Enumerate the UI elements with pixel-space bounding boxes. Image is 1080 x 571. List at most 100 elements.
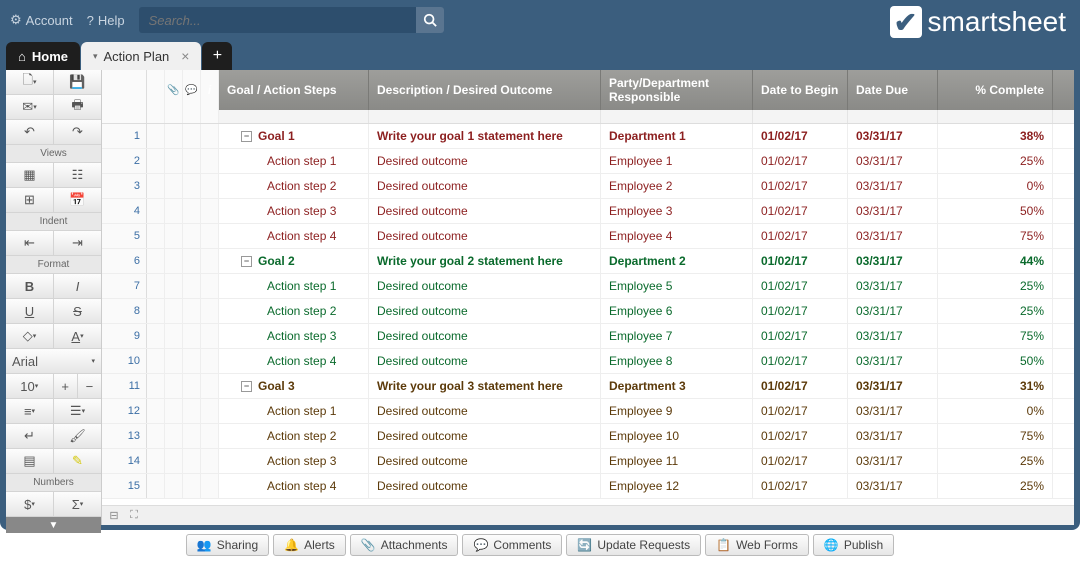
cell-begin[interactable]: 01/02/17 bbox=[753, 424, 848, 448]
cell-goal[interactable]: Action step 3 bbox=[219, 199, 369, 223]
row-attach[interactable] bbox=[165, 474, 183, 498]
row-info[interactable] bbox=[201, 224, 219, 248]
row-number[interactable]: 13 bbox=[102, 424, 147, 448]
row-info[interactable] bbox=[201, 399, 219, 423]
row-number[interactable]: 7 bbox=[102, 274, 147, 298]
row-attach[interactable] bbox=[165, 449, 183, 473]
cell-due[interactable]: 03/31/17 bbox=[848, 124, 938, 148]
btn-alerts[interactable]: 🔔Alerts bbox=[273, 534, 346, 556]
cell-desc[interactable]: Write your goal 1 statement here bbox=[369, 124, 601, 148]
collapse-icon[interactable]: − bbox=[241, 131, 252, 142]
row-expand[interactable] bbox=[147, 449, 165, 473]
row-attach[interactable] bbox=[165, 299, 183, 323]
row-expand[interactable] bbox=[147, 324, 165, 348]
row-comment[interactable] bbox=[183, 249, 201, 273]
cell-pct[interactable]: 31% bbox=[938, 374, 1053, 398]
tab-dropdown-icon[interactable]: ▾ bbox=[93, 51, 98, 62]
row-expand[interactable] bbox=[147, 399, 165, 423]
sb-italic[interactable]: I bbox=[54, 274, 101, 298]
row-comment[interactable] bbox=[183, 474, 201, 498]
row-info[interactable] bbox=[201, 324, 219, 348]
cell-due[interactable]: 03/31/17 bbox=[848, 399, 938, 423]
cell-goal[interactable]: −Goal 2 bbox=[219, 249, 369, 273]
cell-begin[interactable]: 01/02/17 bbox=[753, 324, 848, 348]
table-row[interactable]: 6 −Goal 2Write your goal 2 statement here… bbox=[102, 249, 1074, 274]
cell-begin[interactable]: 01/02/17 bbox=[753, 449, 848, 473]
sb-indent[interactable]: ⇥ bbox=[54, 231, 101, 255]
cell-begin[interactable]: 01/02/17 bbox=[753, 224, 848, 248]
cell-goal[interactable]: Action step 3 bbox=[219, 449, 369, 473]
cell-begin[interactable]: 01/02/17 bbox=[753, 274, 848, 298]
cell-goal[interactable]: Action step 1 bbox=[219, 149, 369, 173]
row-comment[interactable] bbox=[183, 374, 201, 398]
row-comment[interactable] bbox=[183, 174, 201, 198]
row-expand[interactable] bbox=[147, 374, 165, 398]
row-attach[interactable] bbox=[165, 274, 183, 298]
cell-desc[interactable]: Write your goal 2 statement here bbox=[369, 249, 601, 273]
row-expand[interactable] bbox=[147, 249, 165, 273]
row-attach[interactable] bbox=[165, 249, 183, 273]
row-number[interactable]: 10 bbox=[102, 349, 147, 373]
foot-expand[interactable]: ⛶ bbox=[126, 509, 142, 523]
row-info[interactable] bbox=[201, 174, 219, 198]
cell-pct[interactable]: 25% bbox=[938, 449, 1053, 473]
cell-desc[interactable]: Desired outcome bbox=[369, 199, 601, 223]
cell-pct[interactable]: 75% bbox=[938, 324, 1053, 348]
cell-due[interactable]: 03/31/17 bbox=[848, 249, 938, 273]
row-comment[interactable] bbox=[183, 299, 201, 323]
row-comment[interactable] bbox=[183, 324, 201, 348]
cell-party[interactable]: Employee 10 bbox=[601, 424, 753, 448]
row-info[interactable] bbox=[201, 474, 219, 498]
row-attach[interactable] bbox=[165, 349, 183, 373]
table-row[interactable]: 5Action step 4Desired outcomeEmployee 40… bbox=[102, 224, 1074, 249]
row-info[interactable] bbox=[201, 249, 219, 273]
row-info[interactable] bbox=[201, 449, 219, 473]
row-number[interactable]: 6 bbox=[102, 249, 147, 273]
cell-pct[interactable]: 38% bbox=[938, 124, 1053, 148]
sb-bold[interactable]: B bbox=[6, 274, 54, 298]
cell-desc[interactable]: Desired outcome bbox=[369, 324, 601, 348]
h-desc[interactable]: Description / Desired Outcome bbox=[369, 70, 601, 110]
cell-party[interactable]: Employee 5 bbox=[601, 274, 753, 298]
sb-size-up[interactable]: + bbox=[54, 374, 78, 398]
cell-goal[interactable]: Action step 2 bbox=[219, 299, 369, 323]
cell-pct[interactable]: 75% bbox=[938, 224, 1053, 248]
cell-due[interactable]: 03/31/17 bbox=[848, 449, 938, 473]
sb-save[interactable]: 💾 bbox=[54, 70, 101, 94]
cell-due[interactable]: 03/31/17 bbox=[848, 299, 938, 323]
sb-redo[interactable]: ↷ bbox=[54, 120, 101, 144]
table-row[interactable]: 15Action step 4Desired outcomeEmployee 1… bbox=[102, 474, 1074, 499]
cell-pct[interactable]: 50% bbox=[938, 349, 1053, 373]
cell-pct[interactable]: 25% bbox=[938, 149, 1053, 173]
table-row[interactable]: 1−Goal 1Write your goal 1 statement here… bbox=[102, 124, 1074, 149]
cell-due[interactable]: 03/31/17 bbox=[848, 324, 938, 348]
row-info[interactable] bbox=[201, 424, 219, 448]
cell-party[interactable]: Employee 1 bbox=[601, 149, 753, 173]
btn-attachments[interactable]: 📎Attachments bbox=[350, 534, 459, 556]
h-info[interactable]: i bbox=[201, 70, 219, 110]
tab-home[interactable]: ⌂ Home bbox=[6, 42, 80, 70]
cell-goal[interactable]: Action step 3 bbox=[219, 324, 369, 348]
cell-goal[interactable]: Action step 2 bbox=[219, 174, 369, 198]
sb-strike[interactable]: S bbox=[54, 299, 101, 323]
cell-due[interactable]: 03/31/17 bbox=[848, 174, 938, 198]
cell-pct[interactable]: 25% bbox=[938, 474, 1053, 498]
row-expand[interactable] bbox=[147, 349, 165, 373]
tab-add[interactable]: + bbox=[202, 42, 232, 70]
cell-begin[interactable]: 01/02/17 bbox=[753, 174, 848, 198]
cell-begin[interactable]: 01/02/17 bbox=[753, 399, 848, 423]
row-number[interactable]: 4 bbox=[102, 199, 147, 223]
help-link[interactable]: ? Help bbox=[87, 13, 125, 28]
search-input[interactable] bbox=[139, 13, 416, 28]
table-row[interactable]: 12Action step 1Desired outcomeEmployee 9… bbox=[102, 399, 1074, 424]
cell-desc[interactable]: Desired outcome bbox=[369, 399, 601, 423]
row-expand[interactable] bbox=[147, 174, 165, 198]
sb-font-size[interactable]: 10▾ bbox=[6, 374, 54, 398]
row-attach[interactable] bbox=[165, 149, 183, 173]
row-info[interactable] bbox=[201, 299, 219, 323]
row-expand[interactable] bbox=[147, 224, 165, 248]
table-row[interactable]: 9Action step 3Desired outcomeEmployee 70… bbox=[102, 324, 1074, 349]
row-attach[interactable] bbox=[165, 324, 183, 348]
h-party[interactable]: Party/Department Responsible bbox=[601, 70, 753, 110]
row-attach[interactable] bbox=[165, 424, 183, 448]
